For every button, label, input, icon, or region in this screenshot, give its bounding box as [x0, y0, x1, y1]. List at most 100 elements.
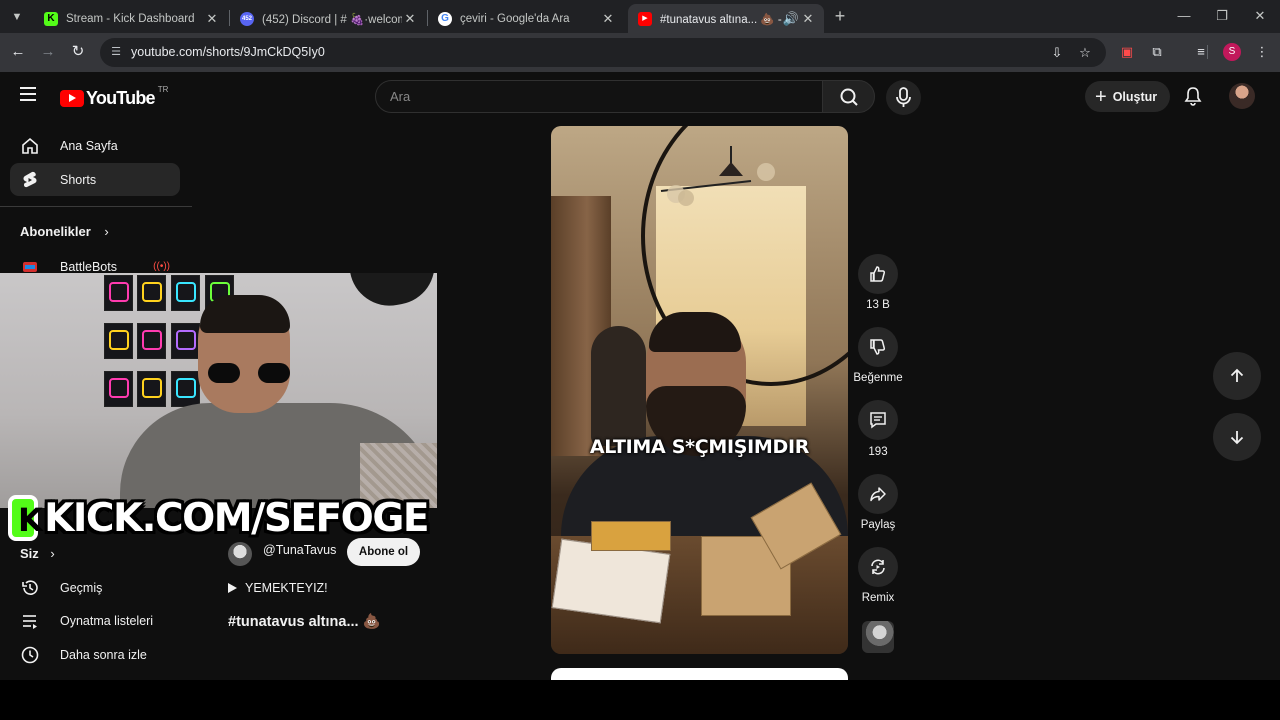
streamer-hair	[200, 295, 290, 333]
tab-youtube[interactable]: ▶ #tunatavus altına... 💩 - You 🔊 ✕	[628, 4, 824, 33]
address-bar[interactable]: ☰ youtube.com/shorts/9JmCkDQ5Iy0 ⇩ ☆	[100, 38, 1106, 67]
reload-button[interactable]: ↻	[67, 41, 89, 63]
google-icon: G	[438, 11, 452, 26]
short-title[interactable]: #tunatavus altına... 💩	[228, 613, 381, 630]
close-window-button[interactable]: ✕	[1242, 4, 1278, 28]
video-person-hair	[649, 312, 741, 352]
create-button[interactable]: + Oluştur	[1085, 81, 1170, 112]
sidebar-item-label: Geçmiş	[60, 580, 103, 595]
shorts-video-player[interactable]: ALTIMA S*ÇMIŞIMDIR	[551, 126, 848, 654]
tab-title: çeviri - Google'da Ara	[460, 12, 570, 25]
share-label: Paylaş	[860, 519, 896, 531]
next-short-button[interactable]	[1213, 413, 1261, 461]
browser-tab-bar: ▼ K Stream - Kick Dashboard ✕ 452 (452) …	[0, 0, 1280, 33]
arrow-down-icon	[1230, 431, 1244, 445]
media-control-icon[interactable]: ≡	[1191, 42, 1211, 62]
browser-toolbar: ← → ↻ ☰ youtube.com/shorts/9JmCkDQ5Iy0 ⇩…	[0, 33, 1280, 72]
tab-google[interactable]: G çeviri - Google'da Ara ✕	[428, 4, 624, 33]
search-input[interactable]: Ara	[375, 80, 823, 113]
wall-poster	[104, 323, 133, 359]
back-button[interactable]: ←	[7, 41, 29, 63]
region-code: TR	[157, 85, 169, 94]
kick-channel-banner: K KICK.COM/SEFOGE	[8, 492, 429, 544]
tab-discord[interactable]: 452 (452) Discord | # 🍇·welcome | ✕	[230, 4, 426, 33]
history-icon	[20, 578, 40, 598]
tab-title: Stream - Kick Dashboard	[66, 12, 195, 25]
profile-avatar[interactable]: S	[1223, 43, 1241, 61]
close-icon[interactable]: ✕	[402, 11, 418, 27]
install-app-icon[interactable]: ⇩	[1048, 44, 1066, 62]
screen: ▼ K Stream - Kick Dashboard ✕ 452 (452) …	[0, 0, 1280, 720]
minimize-button[interactable]: —	[1166, 4, 1202, 28]
youtube-masthead: YouTube TR Ara + Oluştur	[0, 72, 1280, 120]
sidebar-item-label: Oynatma listeleri	[60, 613, 154, 628]
you-heading[interactable]: Siz ›	[20, 546, 55, 561]
arrow-up-icon	[1230, 368, 1244, 382]
restore-button[interactable]: ❐	[1204, 4, 1240, 28]
subscribe-button[interactable]: Abone ol	[347, 538, 420, 566]
share-button[interactable]	[858, 474, 898, 514]
sidebar-item-label: Daha sonra izle	[60, 647, 147, 662]
wall-poster	[171, 371, 200, 407]
subscriptions-title: Abonelikler	[20, 224, 91, 239]
close-icon[interactable]: ✕	[600, 11, 616, 27]
sidebar-item-watch-later[interactable]: Daha sonra izle	[10, 638, 180, 671]
tab-title: (452) Discord | # 🍇·welcome |	[262, 13, 402, 26]
wall-poster	[104, 275, 133, 311]
logo-text: YouTube	[86, 88, 156, 108]
new-tab-button[interactable]: +	[830, 6, 850, 26]
previous-short-button[interactable]	[1213, 352, 1261, 400]
account-avatar[interactable]	[1229, 83, 1255, 109]
remix-button[interactable]	[858, 547, 898, 587]
tab-kick[interactable]: K Stream - Kick Dashboard ✕	[34, 4, 228, 33]
extension-icon[interactable]: ▣	[1117, 42, 1137, 62]
play-icon	[228, 583, 237, 593]
close-icon[interactable]: ✕	[800, 11, 816, 27]
comments-button[interactable]	[858, 400, 898, 440]
remix-icon	[871, 559, 885, 575]
video-lamp	[660, 146, 775, 206]
channel-avatar[interactable]	[228, 542, 252, 566]
music-link[interactable]: YEMEKTEYIZ!	[228, 581, 328, 595]
audio-source-thumbnail[interactable]	[862, 621, 894, 653]
you-title: Siz	[20, 546, 39, 561]
wall-poster	[137, 275, 166, 311]
sunglasses-lens	[208, 363, 240, 383]
sidebar-item-home[interactable]: Ana Sayfa	[10, 129, 180, 162]
sidebar-item-history[interactable]: Geçmiş	[10, 571, 180, 604]
url-text: youtube.com/shorts/9JmCkDQ5Iy0	[131, 45, 325, 59]
music-title: YEMEKTEYIZ!	[245, 581, 328, 595]
site-info-icon[interactable]: ☰	[108, 44, 124, 60]
sidebar-item-shorts[interactable]: Shorts	[10, 163, 180, 196]
channel-name[interactable]: @TunaTavus	[263, 543, 336, 557]
extensions-puzzle-icon[interactable]: ⧉	[1147, 42, 1167, 62]
forward-button[interactable]: →	[37, 41, 59, 63]
search-button[interactable]	[822, 80, 875, 113]
thumbs-up-icon	[870, 266, 886, 282]
dislike-label: Beğenme	[853, 372, 903, 384]
dislike-button[interactable]	[858, 327, 898, 367]
bookmark-star-icon[interactable]: ☆	[1076, 44, 1094, 62]
notifications-bell-icon[interactable]	[1183, 86, 1203, 106]
kick-icon: K	[44, 11, 58, 26]
search-icon	[840, 88, 858, 106]
hamburger-menu-icon[interactable]	[20, 87, 38, 101]
youtube-logo[interactable]: YouTube TR	[60, 85, 169, 109]
voice-search-button[interactable]	[886, 80, 921, 115]
audio-playing-icon[interactable]: 🔊	[782, 11, 800, 27]
subscriptions-heading[interactable]: Abonelikler ›	[20, 224, 109, 239]
wall-poster	[171, 323, 200, 359]
menu-kebab-icon[interactable]: ⋮	[1252, 42, 1272, 62]
like-button[interactable]	[858, 254, 898, 294]
create-label: Oluştur	[1112, 89, 1158, 104]
tab-search-dropdown[interactable]: ▼	[6, 6, 28, 28]
video-caption: ALTIMA S*ÇMIŞIMDIR	[589, 436, 810, 458]
share-icon	[870, 487, 886, 502]
sidebar-item-playlists[interactable]: Oynatma listeleri	[10, 604, 180, 637]
webcam-overlay	[0, 273, 437, 508]
remix-label: Remix	[861, 592, 895, 604]
close-icon[interactable]: ✕	[204, 11, 220, 27]
sunglasses-lens	[258, 363, 290, 383]
wall-poster	[137, 323, 166, 359]
youtube-icon: ▶	[638, 11, 652, 26]
